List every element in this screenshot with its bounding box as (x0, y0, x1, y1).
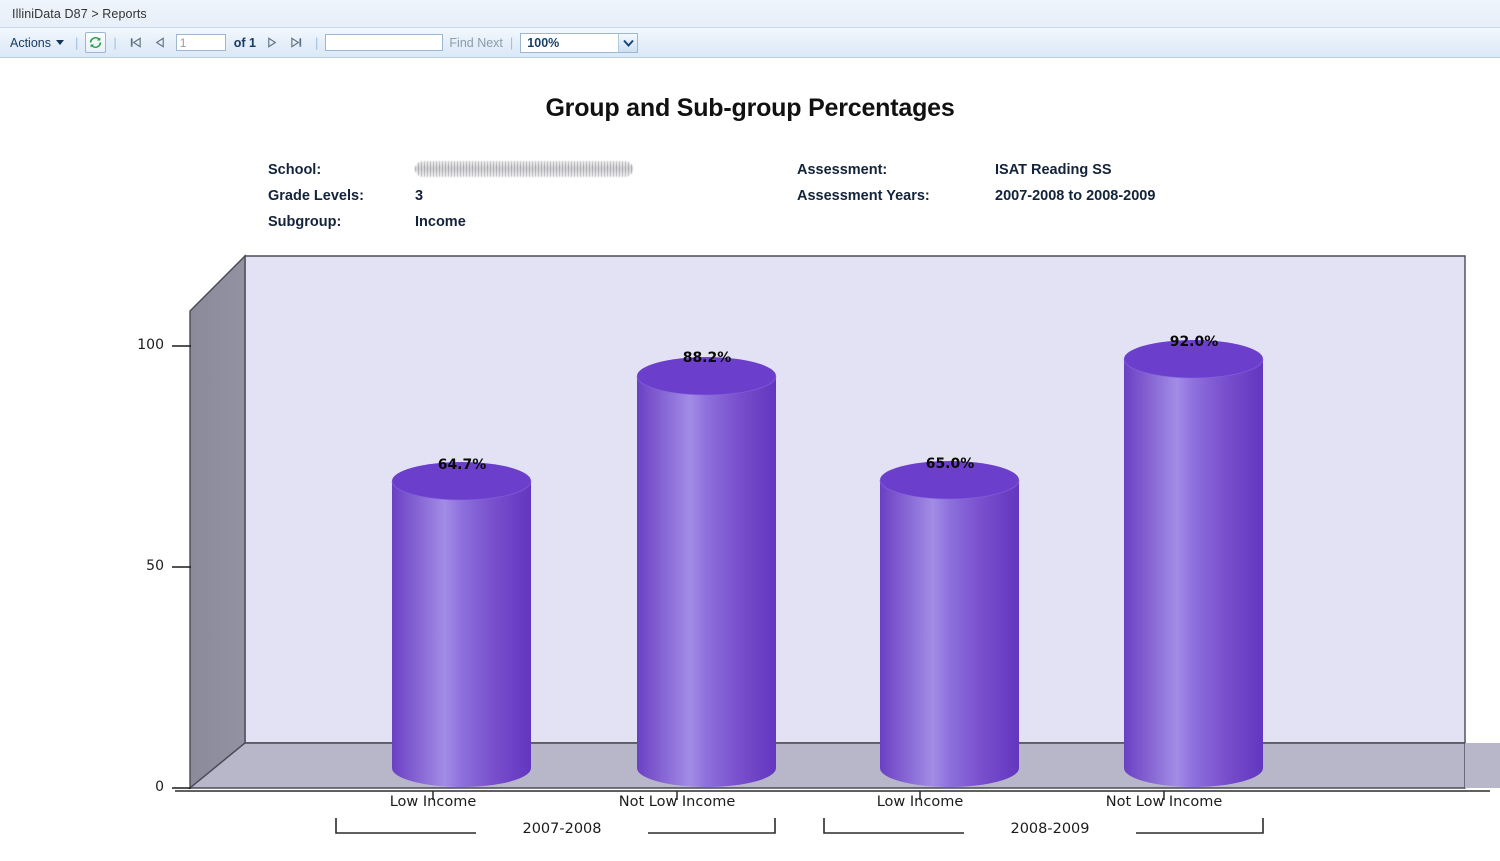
refresh-icon (90, 37, 102, 48)
page-number-input[interactable] (175, 34, 226, 51)
grade-levels-label: Grade Levels: (268, 188, 364, 204)
chart-back-wall (244, 255, 1466, 744)
chart: 100 50 0 64.7% 88.2% 65.0% 92.0% Low Inc… (0, 58, 1500, 856)
category-label: Not Low Income (618, 794, 736, 810)
chart-floor (188, 742, 1466, 789)
category-label: Not Low Income (1105, 794, 1223, 810)
find-next-button[interactable]: Find Next (449, 36, 503, 50)
toolbar-divider: | (75, 35, 79, 50)
breadcrumb-bar: IlliniData D87 > Reports (0, 0, 1500, 28)
bar-value-label: 64.7% (437, 457, 487, 473)
chevron-down-icon (618, 33, 638, 52)
zoom-level-value: 100% (527, 35, 560, 50)
report-toolbar: Actions | | of 1 | Find Next (0, 28, 1500, 58)
category-label: Low Income (876, 794, 964, 810)
group-bracket (335, 818, 776, 834)
y-tick-label: 100 (137, 337, 164, 353)
find-input[interactable] (325, 34, 444, 51)
school-label: School: (268, 162, 322, 178)
toolbar-divider: | (509, 35, 514, 50)
bar-cylinder (391, 462, 532, 787)
y-axis-ticks (172, 345, 191, 789)
group-label: 2007-2008 (476, 821, 648, 837)
breadcrumb[interactable]: IlliniData D87 > Reports (12, 7, 147, 21)
category-ticks (432, 791, 1165, 800)
subgroup-value: Income (415, 214, 466, 230)
school-value-redacted (415, 161, 633, 177)
bar-cylinder (1123, 340, 1264, 787)
actions-menu-button[interactable]: Actions (6, 34, 68, 52)
grade-levels-value: 3 (415, 188, 424, 204)
bar-value-label: 92.0% (1169, 334, 1219, 350)
y-tick-label: 0 (155, 779, 164, 795)
chevron-down-icon (56, 40, 64, 45)
bar-value-label: 88.2% (682, 350, 732, 366)
group-bracket (823, 818, 1264, 834)
bar-cylinder (636, 357, 777, 787)
group-label: 2008-2009 (964, 821, 1136, 837)
page-title: Group and Sub-group Percentages (545, 94, 955, 122)
assessment-years-label: Assessment Years: (797, 188, 930, 204)
first-page-icon (131, 37, 141, 48)
assessment-label: Assessment: (797, 162, 888, 178)
chart-left-wall (189, 254, 246, 790)
assessment-years-value: 2007-2008 to 2008-2009 (995, 188, 1156, 204)
subgroup-label: Subgroup: (268, 214, 342, 230)
y-tick-label: 50 (146, 558, 164, 574)
toolbar-divider: | (113, 35, 117, 50)
category-label: Low Income (389, 794, 477, 810)
previous-page-icon (155, 37, 165, 48)
previous-page-button[interactable] (151, 34, 169, 52)
page-count-label: of 1 (233, 35, 257, 50)
bar-value-label: 65.0% (925, 456, 975, 472)
chart-canvas (172, 254, 1500, 834)
bar-cylinder (879, 461, 1020, 787)
last-page-button[interactable] (287, 34, 305, 52)
first-page-button[interactable] (127, 34, 145, 52)
refresh-button[interactable] (85, 32, 107, 53)
next-page-icon (267, 37, 276, 48)
actions-menu-label: Actions (10, 35, 51, 50)
last-page-icon (290, 37, 301, 48)
zoom-level-select[interactable]: 100% (520, 32, 639, 53)
next-page-button[interactable] (263, 34, 281, 52)
assessment-value: ISAT Reading SS (995, 162, 1112, 178)
toolbar-divider: | (315, 35, 319, 50)
